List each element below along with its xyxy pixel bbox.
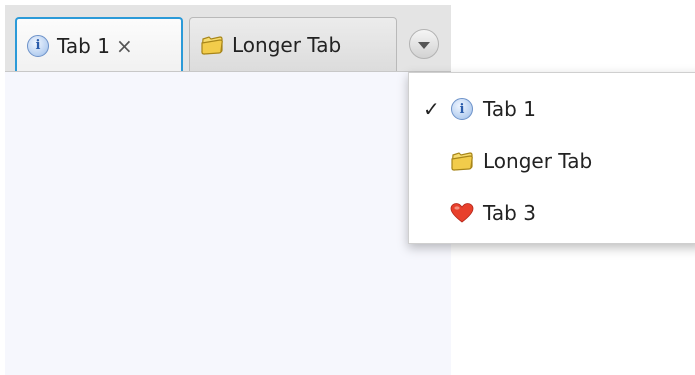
tab-list-menu: ✓ i Tab 1 Longer Tab Tab 3 <box>408 72 695 244</box>
menu-item-label: Tab 3 <box>483 201 536 225</box>
close-icon[interactable]: × <box>116 34 133 58</box>
info-icon: i <box>451 98 473 120</box>
tab-label: Longer Tab <box>232 32 342 57</box>
tab-label: Tab 1 <box>57 33 110 58</box>
menu-item-tab-3[interactable]: Tab 3 <box>409 187 695 239</box>
app-window: i Tab 1 × Longer Tab ✓ i Tab 1 Longer Ta… <box>0 0 695 375</box>
tab-longer-tab[interactable]: Longer Tab <box>189 17 397 71</box>
menu-item-tab-1[interactable]: ✓ i Tab 1 <box>409 83 695 135</box>
menu-item-label: Longer Tab <box>483 149 593 173</box>
tab-pane: i Tab 1 × Longer Tab <box>5 5 451 375</box>
tab-content <box>5 71 451 375</box>
chevron-down-icon <box>418 41 430 49</box>
heart-icon <box>450 202 474 224</box>
folder-icon <box>200 34 224 56</box>
tab-overflow-button[interactable] <box>409 29 439 59</box>
info-icon: i <box>27 34 49 57</box>
menu-item-label: Tab 1 <box>483 97 536 121</box>
folder-icon <box>450 150 474 172</box>
check-icon: ✓ <box>423 97 440 121</box>
tab-1[interactable]: i Tab 1 × <box>15 17 183 72</box>
tab-header: i Tab 1 × Longer Tab <box>5 5 451 72</box>
menu-item-longer-tab[interactable]: Longer Tab <box>409 135 695 187</box>
